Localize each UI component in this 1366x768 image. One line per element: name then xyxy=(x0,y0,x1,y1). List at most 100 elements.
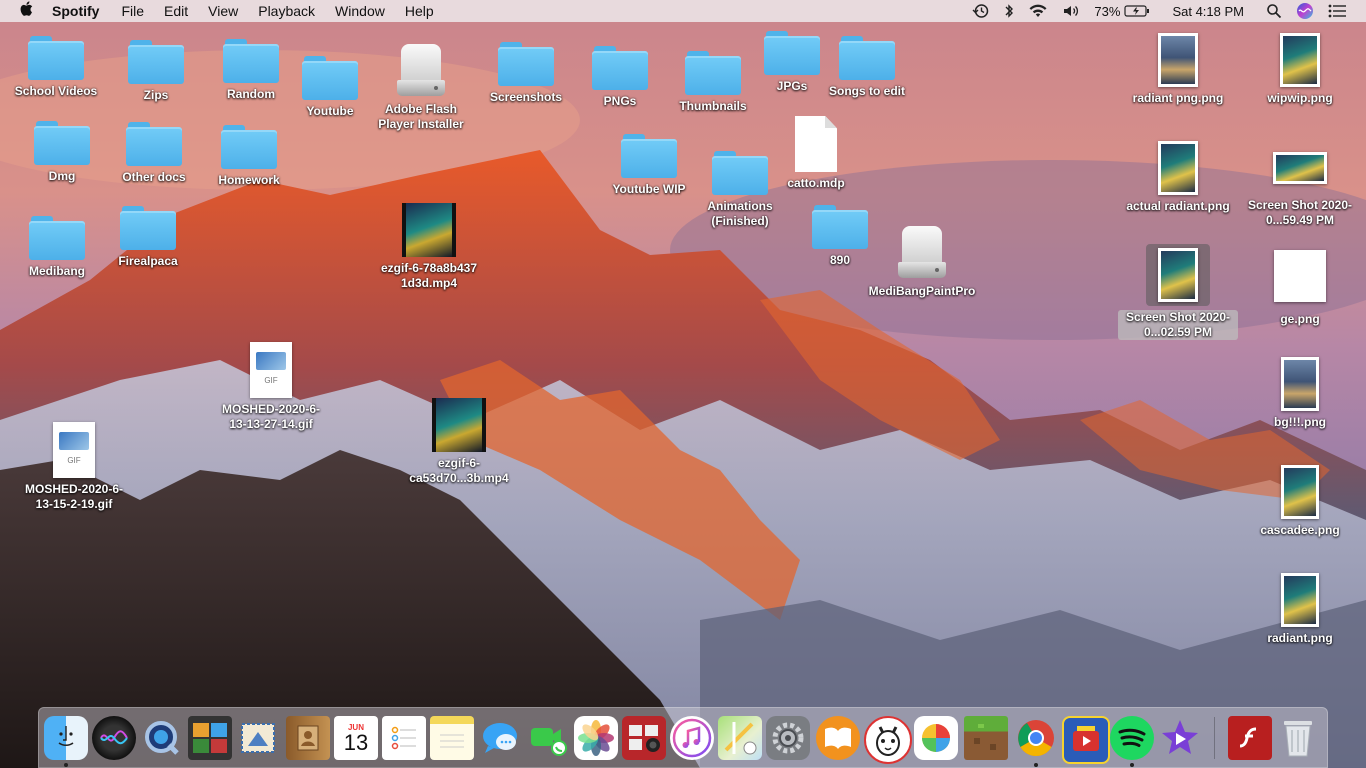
menu-help[interactable]: Help xyxy=(405,3,434,19)
siri-icon[interactable] xyxy=(92,716,136,760)
siri-icon[interactable] xyxy=(1296,2,1314,20)
folder-icon xyxy=(221,125,277,169)
image-thumbnail-icon xyxy=(1281,465,1319,519)
image-thumbnail-icon xyxy=(1158,33,1198,87)
trash-icon[interactable] xyxy=(1276,716,1320,760)
ibooks-icon[interactable] xyxy=(816,716,860,760)
bluetooth-icon[interactable] xyxy=(1004,3,1014,19)
desktop-icon-ezgif-78a8b437[interactable]: ezgif-6-78a8b437 1d3d.mp4 xyxy=(369,203,489,291)
gif-file-icon: GIF xyxy=(250,342,292,398)
desktop-icon-moshed-15-2-19[interactable]: GIF MOSHED-2020-6-13-15-2-19.gif xyxy=(14,422,134,512)
desktop-icon-firealpaca[interactable]: Firealpaca xyxy=(88,206,208,269)
menu-file[interactable]: File xyxy=(121,3,144,19)
mail-icon[interactable] xyxy=(236,716,280,760)
medibang-icon[interactable] xyxy=(914,716,958,760)
desktop-icon-homework[interactable]: Homework xyxy=(189,125,309,188)
folder-icon xyxy=(812,205,868,249)
desktop-icon-ezgif-ca53d70[interactable]: ezgif-6-ca53d70...3b.mp4 xyxy=(399,398,519,486)
running-indicator xyxy=(1034,763,1038,767)
image-thumbnail-icon xyxy=(1158,248,1198,302)
desktop-icon-catto-mdp[interactable]: catto.mdp xyxy=(756,116,876,191)
disk-image-icon xyxy=(898,226,946,280)
reminders-icon[interactable] xyxy=(382,716,426,760)
desktop-icon-radiant-png-png[interactable]: radiant png.png xyxy=(1118,33,1238,106)
image-thumbnail-icon xyxy=(1281,357,1319,411)
menu-edit[interactable]: Edit xyxy=(164,3,188,19)
image-thumbnail-icon xyxy=(1274,250,1326,302)
folder-icon xyxy=(128,40,184,84)
finder-icon[interactable] xyxy=(44,716,88,760)
running-indicator xyxy=(1130,763,1134,767)
battery-icon[interactable] xyxy=(1124,4,1150,18)
notes-icon[interactable] xyxy=(430,716,474,760)
folder-icon xyxy=(34,121,90,165)
photo-booth-strip-icon[interactable] xyxy=(622,716,666,760)
spotify-icon[interactable] xyxy=(1110,716,1154,760)
menu-playback[interactable]: Playback xyxy=(258,3,315,19)
notification-center-icon[interactable] xyxy=(1328,4,1346,18)
desktop-icon-wipwip-png[interactable]: wipwip.png xyxy=(1240,33,1360,106)
menu-app-name[interactable]: Spotify xyxy=(52,3,99,19)
calendar-icon[interactable]: JUN 13 xyxy=(334,716,378,760)
messages-icon[interactable] xyxy=(478,716,522,760)
apple-icon[interactable] xyxy=(16,1,38,21)
folder-icon xyxy=(29,216,85,260)
dock: JUN 13 xyxy=(38,707,1328,768)
dock-separator xyxy=(1214,717,1215,759)
image-thumbnail-icon xyxy=(1281,573,1319,627)
chrome-icon[interactable] xyxy=(1014,716,1058,760)
desktop-icon-moshed-13-27-14[interactable]: GIF MOSHED-2020-6-13-13-27-14.gif xyxy=(211,342,331,432)
flash-icon[interactable] xyxy=(1228,716,1272,760)
alpaca-icon[interactable] xyxy=(864,716,912,764)
pokemon-tv-icon[interactable] xyxy=(1062,716,1110,764)
video-thumbnail-icon xyxy=(402,203,456,257)
volume-icon[interactable] xyxy=(1062,3,1080,19)
desktop-icon-cascadee-png[interactable]: cascadee.png xyxy=(1240,465,1360,538)
selection-highlight xyxy=(1146,244,1210,306)
folder-icon xyxy=(120,206,176,250)
folder-icon xyxy=(498,42,554,86)
desktop-icon-actual-radiant-png[interactable]: actual radiant.png xyxy=(1118,141,1238,214)
time-machine-icon[interactable] xyxy=(972,3,990,19)
maps-icon[interactable] xyxy=(718,716,762,760)
folder-icon xyxy=(621,134,677,178)
desktop-icon-bg-png[interactable]: bg!!!.png xyxy=(1240,357,1360,430)
quicktime-icon[interactable] xyxy=(140,716,184,760)
desktop-wallpaper xyxy=(0,0,1366,768)
menu-bar: Spotify File Edit View Playback Window H… xyxy=(0,0,1366,22)
folder-icon xyxy=(592,46,648,90)
gif-file-icon: GIF xyxy=(53,422,95,478)
disk-image-icon xyxy=(397,44,445,98)
menu-window[interactable]: Window xyxy=(335,3,385,19)
video-thumbnail-icon xyxy=(432,398,486,452)
desktop-icon-radiant-png[interactable]: radiant.png xyxy=(1240,573,1360,646)
imovie-icon[interactable] xyxy=(1158,716,1202,760)
photos-icon[interactable] xyxy=(574,716,618,760)
image-thumbnail-icon xyxy=(1280,33,1320,87)
folder-icon xyxy=(839,36,895,80)
running-indicator xyxy=(64,763,68,767)
battery-percentage: 73% xyxy=(1094,3,1121,19)
desktop-icon-adobe-flash-installer[interactable]: Adobe Flash Player Installer xyxy=(361,44,481,132)
system-preferences-icon[interactable] xyxy=(766,716,810,760)
menu-clock[interactable]: Sat 4:18 PM xyxy=(1172,4,1244,19)
photo-booth-icon[interactable] xyxy=(188,716,232,760)
spotlight-icon[interactable] xyxy=(1266,3,1282,19)
desktop-icon-ge-png[interactable]: ge.png xyxy=(1240,250,1360,327)
document-icon xyxy=(795,116,837,172)
desktop-icon-screen-shot-59-49[interactable]: Screen Shot 2020-0...59.49 PM xyxy=(1240,152,1360,228)
desktop-icon-screen-shot-02-59[interactable]: Screen Shot 2020-0...02.59 PM xyxy=(1118,244,1238,341)
minecraft-icon[interactable] xyxy=(964,716,1008,760)
folder-icon xyxy=(126,122,182,166)
desktop-icon-medibangpaintpro[interactable]: MediBangPaintPro xyxy=(862,226,982,299)
image-thumbnail-icon xyxy=(1273,152,1327,184)
facetime-icon[interactable] xyxy=(526,716,570,760)
wifi-icon[interactable] xyxy=(1028,3,1048,19)
contacts-icon[interactable] xyxy=(286,716,330,760)
desktop-icon-songs-to-edit[interactable]: Songs to edit xyxy=(807,36,927,99)
menu-view[interactable]: View xyxy=(208,3,238,19)
image-thumbnail-icon xyxy=(1158,141,1198,195)
folder-icon xyxy=(302,56,358,100)
folder-icon xyxy=(28,36,84,80)
itunes-icon[interactable] xyxy=(670,716,714,760)
